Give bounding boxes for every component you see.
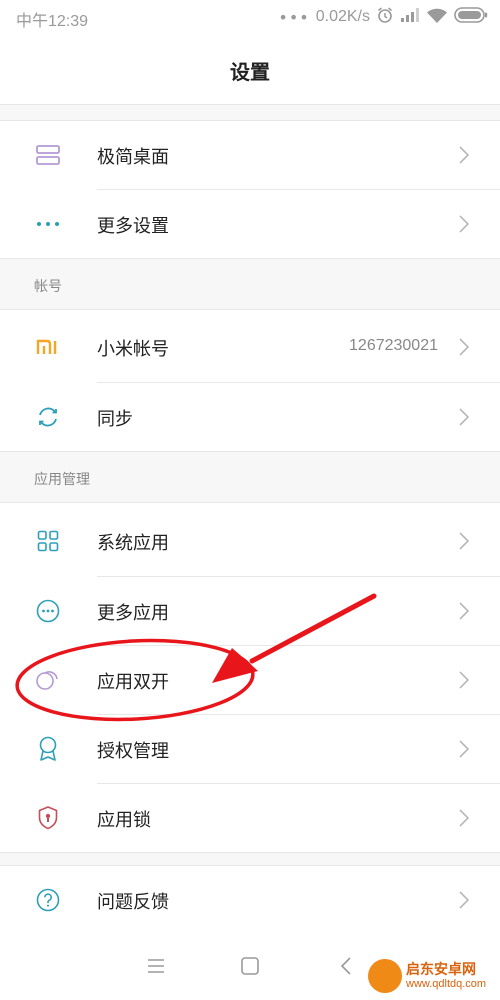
row-label: 更多设置 [97, 216, 169, 237]
more-dots-icon [34, 212, 62, 236]
page-title: 设置 [230, 60, 270, 84]
status-indicators: ••• 0.02K/s [278, 5, 488, 29]
row-label: 极简桌面 [97, 147, 169, 168]
row-label: 应用双开 [97, 672, 169, 693]
grid-apps-icon [34, 529, 62, 553]
settings-row-mi-account[interactable]: 小米帐号 1267230021 [0, 313, 500, 381]
divider [0, 502, 500, 503]
back-icon[interactable] [335, 954, 359, 978]
title-bar: 设置 [0, 34, 500, 104]
shield-icon [34, 806, 62, 830]
settings-row-sync[interactable]: 同步 [0, 383, 500, 451]
section-label: 帐号 [34, 279, 62, 295]
chevron-right-icon [459, 740, 470, 758]
section-label: 应用管理 [34, 472, 90, 488]
question-icon [34, 888, 62, 912]
home-icon[interactable] [238, 954, 262, 978]
desktop-layout-icon [34, 143, 62, 167]
status-bar: 中午12:39 ••• 0.02K/s [0, 0, 500, 34]
account-number: 1267230021 [349, 337, 438, 354]
battery-icon [454, 6, 488, 28]
divider [0, 309, 500, 310]
watermark: 启东安卓网 www.qdltdq.com [368, 956, 498, 996]
alarm-icon [376, 6, 394, 28]
settings-row-dual-apps[interactable]: 应用双开 [0, 646, 500, 714]
section-header-account: 帐号 [0, 259, 500, 309]
settings-row-more-apps[interactable]: 更多应用 [0, 577, 500, 645]
status-dots: ••• [278, 7, 310, 27]
wifi-icon [426, 7, 448, 28]
menu-icon[interactable] [144, 954, 168, 978]
settings-row-system-apps[interactable]: 系统应用 [0, 507, 500, 575]
badge-icon [34, 736, 62, 761]
section-header-app-management: 应用管理 [0, 452, 500, 502]
chevron-right-icon [459, 338, 470, 356]
chevron-right-icon [459, 532, 470, 550]
section-gap [0, 105, 500, 120]
row-label: 小米帐号 [97, 339, 169, 360]
network-speed: 0.02K/s [315, 8, 370, 25]
chevron-right-icon [459, 602, 470, 620]
settings-row-app-lock[interactable]: 应用锁 [0, 784, 500, 852]
status-time: 中午12:39 [16, 13, 89, 30]
watermark-logo-icon [368, 959, 402, 993]
settings-row-feedback[interactable]: 问题反馈 [0, 866, 500, 934]
more-circle-icon [34, 599, 62, 623]
settings-row-permissions[interactable]: 授权管理 [0, 715, 500, 783]
chevron-right-icon [459, 408, 470, 426]
row-label: 同步 [97, 409, 133, 430]
sync-icon [34, 405, 62, 429]
chevron-right-icon [459, 146, 470, 164]
row-label: 问题反馈 [97, 892, 169, 913]
watermark-name: 启东安卓网 [406, 961, 476, 978]
row-label: 应用锁 [97, 810, 151, 831]
row-label: 系统应用 [97, 533, 169, 554]
mi-logo-icon [34, 335, 62, 359]
chevron-right-icon [459, 809, 470, 827]
signal-icon [400, 7, 420, 27]
settings-row-minimal-desktop[interactable]: 极简桌面 [0, 121, 500, 189]
chevron-right-icon [459, 215, 470, 233]
chevron-right-icon [459, 671, 470, 689]
watermark-url: www.qdltdq.com [406, 977, 487, 990]
chevron-right-icon [459, 891, 470, 909]
section-gap [0, 853, 500, 865]
dual-apps-icon [34, 668, 62, 692]
row-label: 授权管理 [97, 741, 169, 762]
settings-row-more-settings[interactable]: 更多设置 [0, 190, 500, 258]
row-label: 更多应用 [97, 603, 169, 624]
